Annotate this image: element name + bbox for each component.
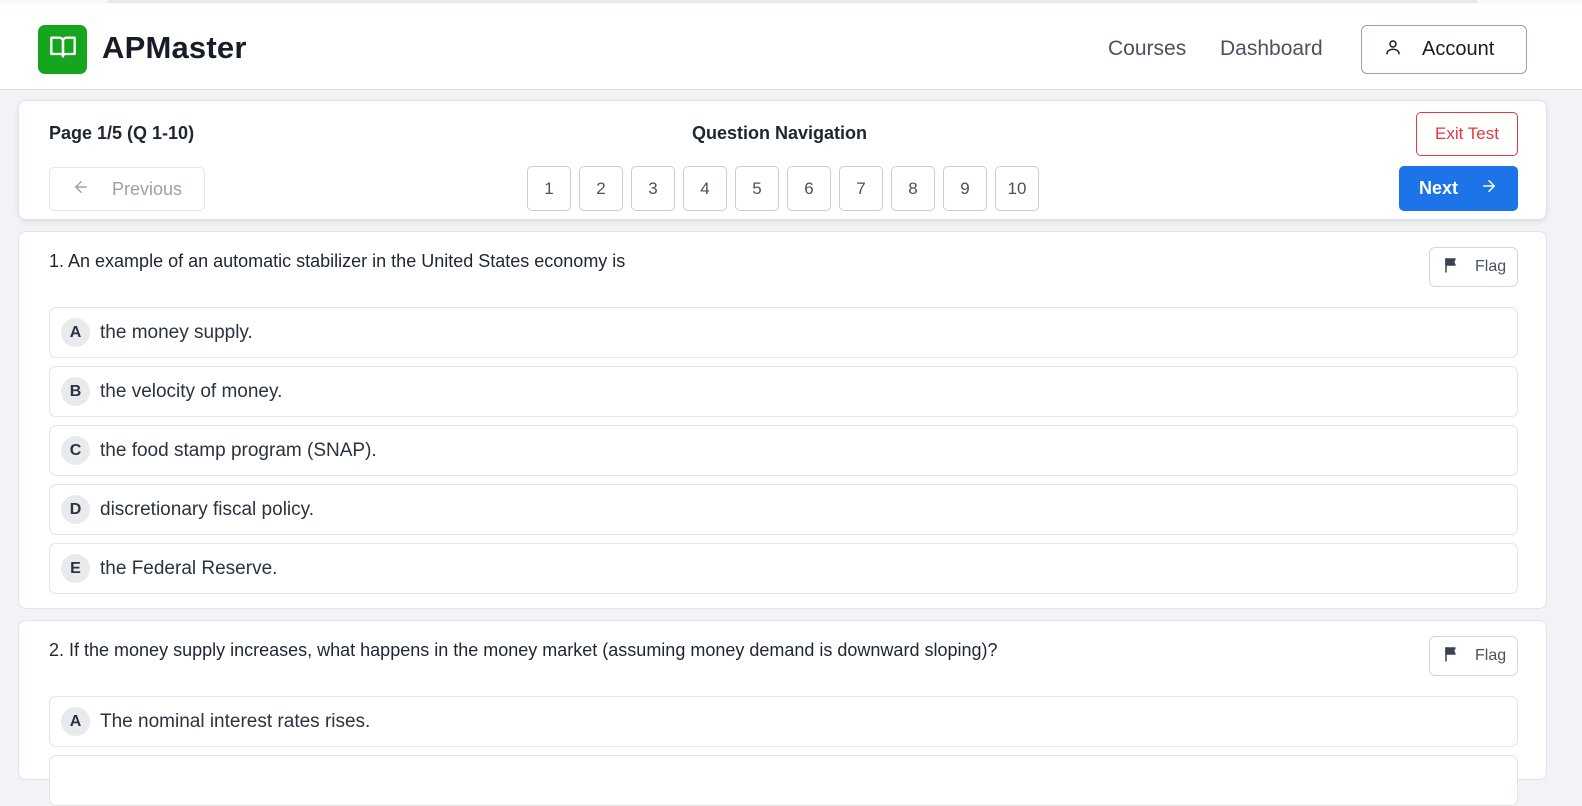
next-label: Next <box>1419 178 1459 198</box>
choice-letter: D <box>61 495 90 524</box>
flag-icon <box>1443 645 1461 668</box>
question-navigation-title: Question Navigation <box>692 123 868 143</box>
next-button[interactable]: Next <box>1399 166 1518 211</box>
flag-button[interactable]: Flag <box>1429 636 1518 676</box>
previous-button[interactable]: Previous <box>49 167 205 211</box>
answer-choice[interactable]: C the food stamp program (SNAP). <box>49 425 1518 476</box>
question-number-button[interactable]: 4 <box>683 166 727 211</box>
site-header: APMaster Courses Dashboard Account <box>0 4 1582 90</box>
flag-label: Flag <box>1475 258 1507 275</box>
question-number-button[interactable]: 1 <box>527 166 571 211</box>
choice-text: the Federal Reserve. <box>100 557 278 579</box>
choice-letter: C <box>61 436 90 465</box>
question-number-button[interactable]: 2 <box>579 166 623 211</box>
exit-test-button[interactable]: Exit Test <box>1416 112 1518 156</box>
choice-text: discretionary fiscal policy. <box>100 498 315 520</box>
answer-choice[interactable]: E the Federal Reserve. <box>49 543 1518 594</box>
arrow-left-icon <box>72 178 90 201</box>
question-text: 1. An example of an automatic stabilizer… <box>49 251 626 271</box>
page-info: Page 1/5 (Q 1-10) <box>49 123 195 143</box>
answer-choice-partial[interactable] <box>49 755 1518 806</box>
answer-choice[interactable]: A the money supply. <box>49 307 1518 358</box>
logo[interactable] <box>38 25 87 74</box>
choice-text: the velocity of money. <box>100 380 283 402</box>
choice-text: the money supply. <box>100 321 253 343</box>
nav-dashboard[interactable]: Dashboard <box>1220 37 1323 61</box>
choice-letter: B <box>61 377 90 406</box>
previous-label: Previous <box>112 178 183 199</box>
choice-letter: A <box>61 318 90 347</box>
question-number-button[interactable]: 10 <box>995 166 1039 211</box>
choice-text: The nominal interest rates rises. <box>100 710 371 732</box>
arrow-right-icon <box>1480 177 1498 200</box>
choice-text: the food stamp program (SNAP). <box>100 439 377 461</box>
question-navigation-panel: Page 1/5 (Q 1-10) Question Navigation Ex… <box>18 100 1547 220</box>
question-number-button[interactable]: 8 <box>891 166 935 211</box>
flag-icon <box>1443 256 1461 279</box>
answer-choice[interactable]: D discretionary fiscal policy. <box>49 484 1518 535</box>
brand-name[interactable]: APMaster <box>102 30 247 66</box>
question-card: 1. An example of an automatic stabilizer… <box>18 231 1547 609</box>
book-open-icon <box>49 33 77 66</box>
choice-letter: A <box>61 707 90 736</box>
account-button[interactable]: Account <box>1361 25 1527 74</box>
flag-button[interactable]: Flag <box>1429 247 1518 287</box>
question-number-button[interactable]: 7 <box>839 166 883 211</box>
user-icon <box>1384 38 1402 61</box>
nav-courses[interactable]: Courses <box>1108 37 1186 61</box>
flag-label: Flag <box>1475 647 1507 664</box>
answer-choice[interactable]: A The nominal interest rates rises. <box>49 696 1518 747</box>
question-card: 2. If the money supply increases, what h… <box>18 620 1547 806</box>
account-label: Account <box>1422 38 1495 60</box>
question-number-button[interactable]: 9 <box>943 166 987 211</box>
question-number-button[interactable]: 3 <box>631 166 675 211</box>
scroll-strip <box>108 0 1478 3</box>
question-text: 2. If the money supply increases, what h… <box>49 640 998 660</box>
choice-letter: E <box>61 554 90 583</box>
question-number-button[interactable]: 5 <box>735 166 779 211</box>
question-number-list: 1 2 3 4 5 6 7 8 9 10 <box>527 166 1039 211</box>
answer-choice[interactable]: B the velocity of money. <box>49 366 1518 417</box>
question-number-button[interactable]: 6 <box>787 166 831 211</box>
